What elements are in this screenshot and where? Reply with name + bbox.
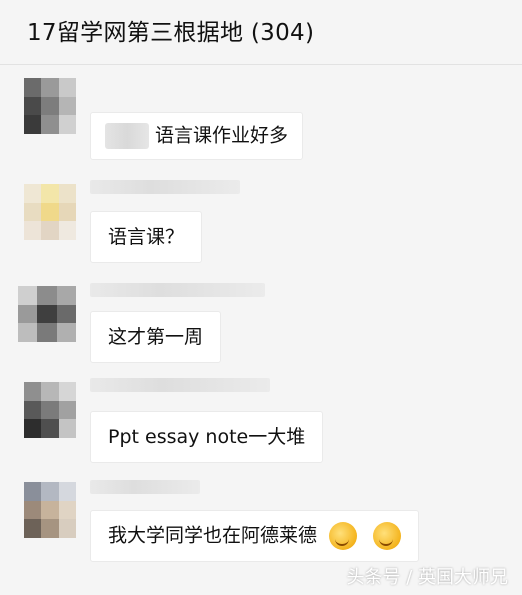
- avatar[interactable]: [18, 286, 76, 342]
- watermark: 头条号 / 英国大师兄: [346, 567, 508, 588]
- thinking-face-icon: [373, 522, 402, 550]
- avatar[interactable]: [24, 382, 76, 438]
- avatar[interactable]: [24, 482, 76, 538]
- message-bubble[interactable]: 语言课作业好多: [90, 112, 304, 160]
- message-text: Ppt essay note一大堆: [108, 426, 306, 448]
- message-text: 这才第一周: [108, 326, 204, 348]
- chat-title: 17留学网第三根据地 (304): [27, 20, 315, 46]
- avatar[interactable]: [24, 184, 76, 240]
- sender-name: [90, 480, 200, 494]
- message-bubble[interactable]: Ppt essay note一大堆: [90, 411, 324, 463]
- thinking-face-icon: [329, 522, 358, 550]
- message-bubble[interactable]: 这才第一周: [90, 311, 222, 363]
- chat-header: 17留学网第三根据地 (304): [0, 0, 522, 65]
- avatar[interactable]: [24, 78, 76, 134]
- message-bubble[interactable]: 语言课？: [90, 211, 203, 263]
- message-text: 我大学同学也在阿德莱德: [108, 524, 318, 547]
- sender-name: [90, 283, 265, 297]
- message-text: 语言课？: [108, 226, 185, 248]
- sender-name: [90, 180, 240, 194]
- message-text: 语言课作业好多: [155, 124, 289, 147]
- message-bubble[interactable]: 我大学同学也在阿德莱德: [90, 510, 420, 562]
- redacted-mention: [105, 123, 149, 149]
- sender-name: [90, 378, 270, 392]
